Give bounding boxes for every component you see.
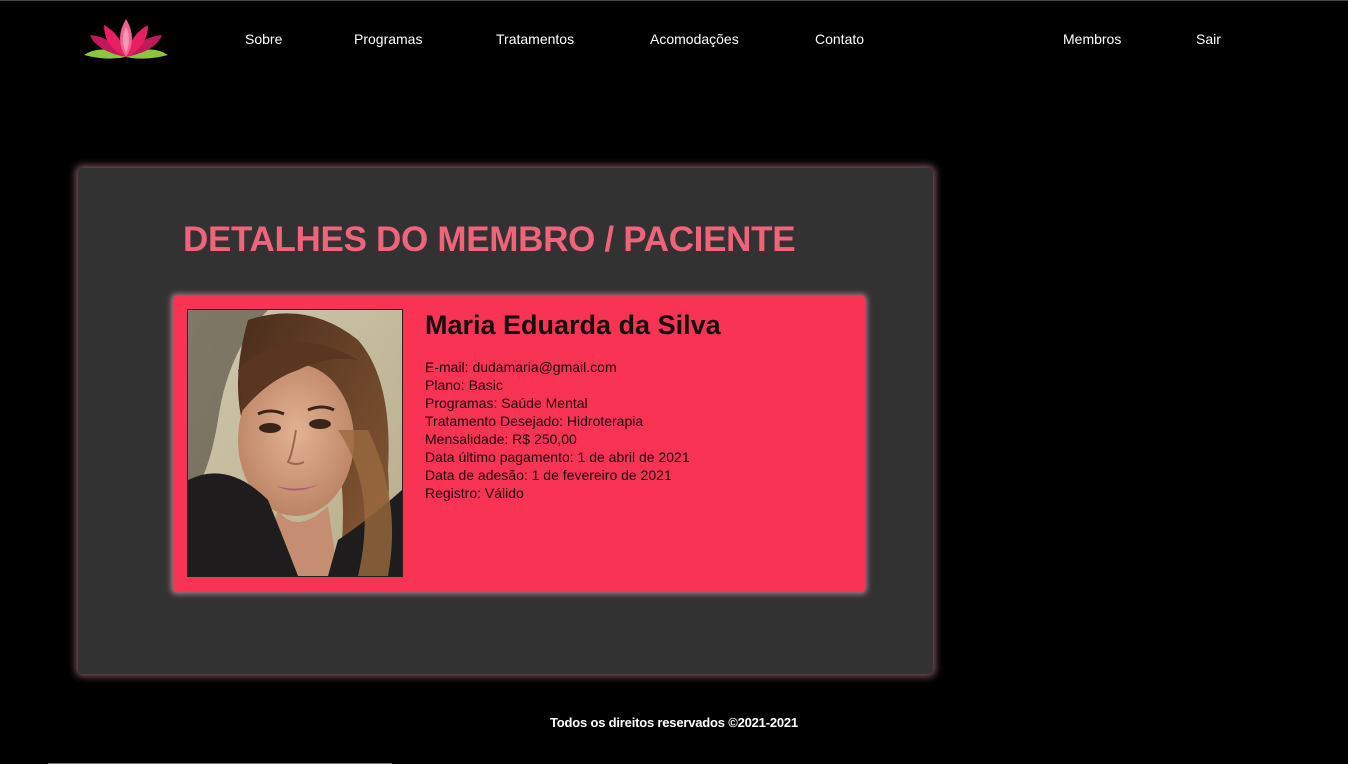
member-details-panel: DETALHES DO MEMBRO / PACIENTE Maria Edua… [78,168,933,674]
detail-last-payment: Data último pagamento: 1 de abril de 202… [425,449,690,465]
detail-treatment: Tratamento Desejado: Hidroterapia [425,413,644,429]
lotus-logo-icon[interactable] [82,17,170,61]
page-title: DETALHES DO MEMBRO / PACIENTE [183,220,796,259]
page: Sobre Programas Tratamentos Acomodações … [0,0,1348,764]
detail-join-date: Data de adesão: 1 de fevereiro de 2021 [425,467,672,483]
detail-email: E-mail: dudamaria@gmail.com [425,359,617,375]
nav-link-contato[interactable]: Contato [815,31,864,47]
member-details-list: E-mail: dudamaria@gmail.com Plano: Basic… [425,358,690,502]
member-name: Maria Eduarda da Silva [425,310,721,340]
detail-plan: Plano: Basic [425,377,503,393]
detail-programs: Programas: Saúde Mental [425,395,588,411]
detail-monthly-fee: Mensalidade: R$ 250,00 [425,431,577,447]
nav-link-membros[interactable]: Membros [1063,31,1121,47]
nav-link-programas[interactable]: Programas [354,31,422,47]
member-card: Maria Eduarda da Silva E-mail: dudamaria… [173,296,865,592]
member-photo-image [188,310,402,576]
nav-link-tratamentos[interactable]: Tratamentos [496,31,574,47]
nav-link-sobre[interactable]: Sobre [245,31,282,47]
nav-link-sair[interactable]: Sair [1196,31,1221,47]
footer-copyright: Todos os direitos reservados ©2021-2021 [550,715,798,730]
member-photo [187,309,403,577]
nav-link-acomodacoes[interactable]: Acomodações [650,31,739,47]
detail-registration: Registro: Válido [425,485,524,501]
